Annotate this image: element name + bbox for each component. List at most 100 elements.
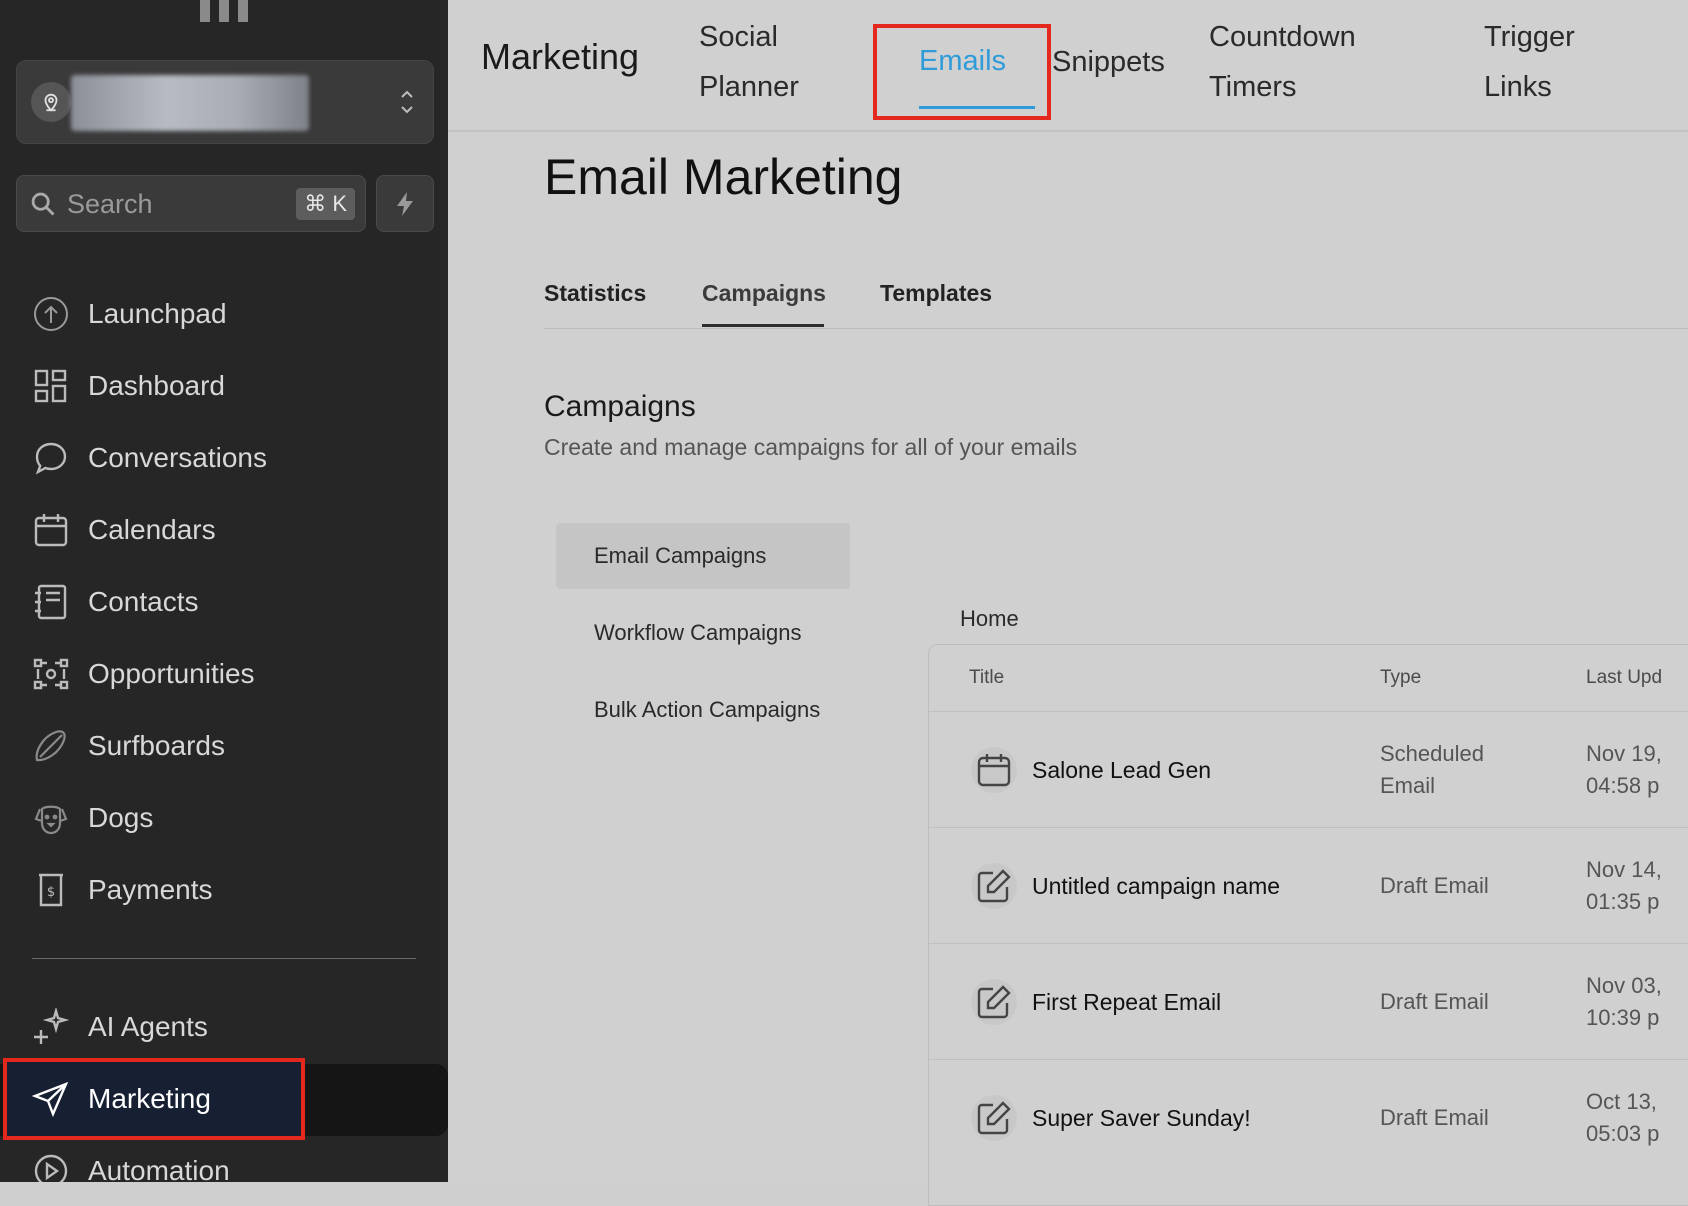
column-header-type[interactable]: Type	[1380, 667, 1421, 689]
sidebar-item-label: Calendars	[88, 514, 216, 545]
sidebar-item-label: Surfboards	[88, 730, 225, 761]
main-content: Marketing Social Planner Emails Snippets…	[448, 0, 1688, 1206]
menu-label: Workflow Campaigns	[594, 620, 802, 645]
campaign-type: Draft Email	[1380, 1105, 1489, 1130]
calendar-icon	[34, 514, 68, 547]
svg-text:$: $	[47, 885, 55, 900]
payments-icon: $	[39, 873, 63, 907]
search-shortcut-badge: ⌘ K	[296, 188, 355, 220]
account-switcher[interactable]	[16, 60, 434, 144]
subtab-campaigns[interactable]: Campaigns	[702, 280, 826, 327]
campaigns-table: Title Type Last Upd Salone Lead Gen Sche…	[928, 644, 1688, 1206]
sparkles-icon	[34, 1008, 70, 1044]
table-row[interactable]: Salone Lead Gen Scheduled Email Nov 19, …	[929, 711, 1688, 828]
section-subtitle: Create and manage campaigns for all of y…	[544, 434, 1078, 460]
sidebar-item-label: AI Agents	[88, 1011, 208, 1042]
sidebar-item-payments[interactable]: $ Payments	[0, 859, 448, 921]
sidebar-item-ai-agents[interactable]: AI Agents	[0, 996, 448, 1058]
campaign-type: Draft Email	[1380, 989, 1489, 1014]
account-name-redacted	[71, 75, 309, 131]
search-input[interactable]	[65, 186, 269, 222]
edit-icon	[971, 863, 1017, 909]
tab-label-line1: Trigger	[1484, 21, 1575, 53]
sidebar-item-label: Conversations	[88, 442, 267, 473]
quick-actions-button[interactable]	[376, 175, 434, 232]
tab-label-line2: Links	[1484, 71, 1552, 103]
tab-social-planner[interactable]: Social Planner	[699, 12, 799, 112]
campaign-title[interactable]: Super Saver Sunday!	[1032, 1060, 1251, 1176]
automation-icon	[34, 1154, 68, 1182]
sidebar-item-conversations[interactable]: Conversations	[0, 427, 448, 489]
page-title: Email Marketing	[544, 149, 903, 205]
opportunities-icon	[33, 658, 69, 690]
sidebar-item-label: Marketing	[88, 1083, 211, 1114]
menu-bulk-action-campaigns[interactable]: Bulk Action Campaigns	[556, 677, 850, 743]
campaign-title[interactable]: Untitled campaign name	[1032, 828, 1280, 944]
tab-label-line2: Planner	[699, 71, 799, 103]
campaign-title[interactable]: First Repeat Email	[1032, 944, 1221, 1060]
lightning-icon	[397, 191, 413, 216]
menu-email-campaigns[interactable]: Email Campaigns	[556, 523, 850, 589]
subtab-statistics[interactable]: Statistics	[544, 280, 646, 307]
sidebar-divider	[32, 958, 416, 959]
sidebar: ⌘ K Launchpad Dashboard Conversations Ca…	[0, 0, 448, 1182]
tab-label: Snippets	[1052, 46, 1165, 78]
table-row[interactable]: First Repeat Email Draft Email Nov 03, 1…	[929, 943, 1688, 1060]
table-row[interactable]: Untitled campaign name Draft Email Nov 1…	[929, 827, 1688, 944]
chevron-up-down-icon	[397, 85, 417, 124]
tab-label-line2: Timers	[1209, 71, 1297, 103]
top-navigation-bar: Marketing Social Planner Emails Snippets…	[448, 0, 1688, 132]
subtab-label: Campaigns	[702, 280, 826, 306]
launchpad-icon	[34, 297, 68, 331]
active-subtab-underline	[702, 324, 824, 327]
sidebar-item-marketing[interactable]: Marketing	[0, 1068, 448, 1130]
campaign-last-updated: Nov 03, 10:39 p	[1586, 973, 1662, 1030]
campaign-last-updated: Nov 14, 01:35 p	[1586, 857, 1662, 914]
column-header-last-updated[interactable]: Last Upd	[1586, 667, 1662, 689]
sidebar-item-label: Dogs	[88, 802, 154, 833]
app-section-title: Marketing	[481, 36, 640, 77]
sidebar-item-label: Automation	[88, 1155, 230, 1182]
contacts-icon	[35, 584, 67, 620]
column-header-title[interactable]: Title	[969, 667, 1004, 689]
sidebar-item-calendars[interactable]: Calendars	[0, 499, 448, 561]
surfboard-icon	[35, 730, 66, 762]
campaign-title[interactable]: Salone Lead Gen	[1032, 712, 1211, 828]
app-logo-icon	[200, 0, 248, 22]
dog-icon	[34, 805, 68, 835]
sidebar-item-label: Dashboard	[88, 370, 225, 401]
tab-label: Emails	[919, 45, 1007, 77]
tab-snippets[interactable]: Snippets	[1052, 37, 1165, 87]
sidebar-item-surfboards[interactable]: Surfboards	[0, 715, 448, 777]
sidebar-item-dashboard[interactable]: Dashboard	[0, 355, 448, 417]
menu-workflow-campaigns[interactable]: Workflow Campaigns	[556, 600, 850, 666]
active-tab-underline	[919, 106, 1035, 109]
section-title: Campaigns	[544, 390, 696, 423]
search-icon	[29, 190, 57, 223]
sidebar-item-opportunities[interactable]: Opportunities	[0, 643, 448, 705]
edit-icon	[971, 1095, 1017, 1141]
chat-bubble-icon	[35, 442, 67, 475]
tab-emails[interactable]: Emails	[919, 36, 1035, 109]
campaign-type: Draft Email	[1380, 873, 1489, 898]
breadcrumb[interactable]: Home	[960, 606, 1019, 632]
edit-icon	[971, 979, 1017, 1025]
tab-label-line1: Countdown	[1209, 21, 1356, 53]
campaign-type: Scheduled Email	[1380, 741, 1484, 798]
sidebar-item-dogs[interactable]: Dogs	[0, 787, 448, 849]
dashboard-icon	[34, 369, 67, 403]
sidebar-item-contacts[interactable]: Contacts	[0, 571, 448, 633]
menu-label: Email Campaigns	[594, 543, 767, 568]
tab-trigger-links[interactable]: Trigger Links	[1484, 12, 1575, 112]
sidebar-item-label: Contacts	[88, 586, 199, 617]
tab-label-line1: Social	[699, 21, 778, 53]
sidebar-item-automation[interactable]: Automation	[0, 1140, 448, 1182]
sub-tabs: Statistics Campaigns Templates	[544, 270, 1688, 329]
subtab-templates[interactable]: Templates	[880, 280, 992, 307]
sidebar-item-launchpad[interactable]: Launchpad	[0, 283, 448, 345]
campaign-last-updated: Nov 19, 04:58 p	[1586, 741, 1662, 798]
tab-countdown-timers[interactable]: Countdown Timers	[1209, 12, 1356, 112]
table-row[interactable]: Super Saver Sunday! Draft Email Oct 13, …	[929, 1059, 1688, 1176]
location-pin-icon	[31, 82, 71, 122]
search-box[interactable]: ⌘ K	[16, 175, 366, 232]
